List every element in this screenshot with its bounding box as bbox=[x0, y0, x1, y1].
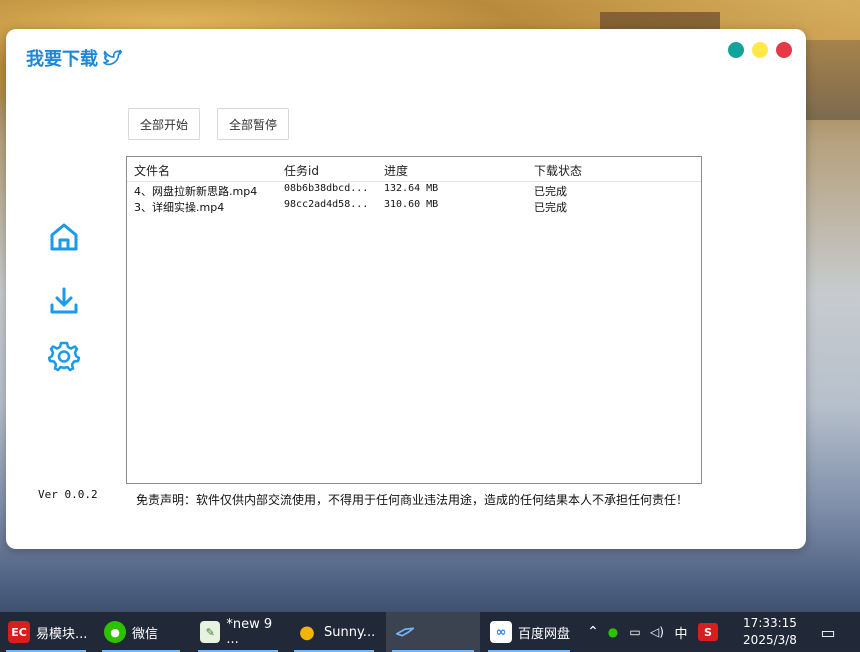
cell-task-id: 08b6b38dbcd... bbox=[284, 183, 369, 194]
bird-logo-icon bbox=[103, 49, 123, 66]
home-icon[interactable] bbox=[48, 221, 80, 253]
taskbar-item-notepad[interactable]: ✎ *new 9 ... bbox=[192, 612, 284, 652]
download-icon[interactable] bbox=[48, 285, 80, 317]
ime-indicator[interactable]: 中 bbox=[668, 623, 694, 642]
taskbar-item-ec[interactable]: EC 易模块... bbox=[0, 612, 92, 652]
cell-filename: 4、网盘拉新新思路.mp4 bbox=[134, 185, 258, 198]
cell-filename: 3、详细实操.mp4 bbox=[134, 201, 225, 214]
app-title: 我要下载 bbox=[26, 49, 98, 70]
bird-icon bbox=[395, 627, 415, 637]
table-header: 文件名 任务id 进度 下载状态 bbox=[127, 157, 701, 182]
wallpaper-tree-right bbox=[800, 40, 860, 120]
header-task-id[interactable]: 任务id bbox=[284, 162, 319, 179]
header-status[interactable]: 下载状态 bbox=[534, 162, 582, 179]
header-filename[interactable]: 文件名 bbox=[134, 162, 170, 179]
maximize-button[interactable] bbox=[752, 42, 768, 58]
taskbar-item-downloader[interactable] bbox=[386, 612, 480, 652]
chevron-up-icon[interactable]: ⌃ bbox=[584, 624, 602, 640]
clock-time: 17:33:15 bbox=[743, 616, 797, 630]
cell-task-id: 98cc2ad4d58... bbox=[284, 199, 369, 210]
pause-all-button[interactable]: 全部暂停 bbox=[217, 108, 289, 140]
cell-status: 已完成 bbox=[534, 201, 567, 214]
download-table: 文件名 任务id 进度 下载状态 4、网盘拉新新思路.mp4 08b6b38db… bbox=[126, 156, 702, 484]
window-controls bbox=[728, 42, 792, 58]
sogou-ime-icon[interactable]: S bbox=[698, 623, 718, 641]
system-tray: ⌃ ● ▭ ◁) 中 S bbox=[584, 612, 718, 652]
notification-icon[interactable]: ▭ bbox=[816, 612, 840, 652]
taskbar-item-label: 百度网盘 bbox=[518, 626, 571, 642]
minimize-button[interactable] bbox=[728, 42, 744, 58]
taskbar-item-label: Sunny... bbox=[324, 624, 376, 640]
table-row[interactable]: 4、网盘拉新新思路.mp4 08b6b38dbcd... 132.64 MB 已… bbox=[127, 183, 701, 199]
version-label: Ver 0.0.2 bbox=[38, 488, 98, 501]
cell-progress: 132.64 MB bbox=[384, 183, 439, 194]
clock[interactable]: 17:33:15 2025/3/8 bbox=[738, 615, 802, 649]
lightbulb-icon: ● bbox=[299, 621, 315, 643]
taskbar-item-sunny[interactable]: ● Sunny... bbox=[288, 612, 380, 652]
taskbar-item-wechat[interactable]: ● 微信 bbox=[96, 612, 186, 652]
taskbar-item-label: 易模块... bbox=[36, 626, 88, 642]
baidu-netdisk-icon: ∞ bbox=[490, 621, 512, 643]
cell-progress: 310.60 MB bbox=[384, 199, 439, 210]
table-row[interactable]: 3、详细实操.mp4 98cc2ad4d58... 310.60 MB 已完成 bbox=[127, 199, 701, 215]
taskbar-item-label: 微信 bbox=[132, 626, 159, 642]
network-icon[interactable]: ▭ bbox=[624, 625, 646, 639]
clock-date: 2025/3/8 bbox=[743, 633, 797, 647]
ec-icon: EC bbox=[8, 621, 30, 643]
app-window: 我要下载 全部开始 全部暂停 文件名 任务id 进度 下载状态 4、网盘拉新新思… bbox=[6, 29, 806, 549]
start-all-button[interactable]: 全部开始 bbox=[128, 108, 200, 140]
settings-icon[interactable] bbox=[48, 340, 80, 372]
volume-icon[interactable]: ◁) bbox=[646, 625, 668, 639]
wechat-tray-icon[interactable]: ● bbox=[602, 625, 624, 639]
wechat-icon: ● bbox=[104, 621, 126, 643]
disclaimer-text: 免责声明：软件仅供内部交流使用，不得用于任何商业违法用途，造成的任何结果本人不承… bbox=[136, 493, 689, 507]
notepad-icon: ✎ bbox=[200, 621, 221, 643]
cell-status: 已完成 bbox=[534, 185, 567, 198]
taskbar: EC 易模块... ● 微信 ✎ *new 9 ... ● Sunny... ∞… bbox=[0, 612, 860, 652]
header-progress[interactable]: 进度 bbox=[384, 162, 408, 179]
app-brand: 我要下载 bbox=[26, 45, 124, 71]
taskbar-item-label: *new 9 ... bbox=[226, 617, 273, 647]
taskbar-item-baidu-netdisk[interactable]: ∞ 百度网盘 bbox=[482, 612, 576, 652]
close-button[interactable] bbox=[776, 42, 792, 58]
